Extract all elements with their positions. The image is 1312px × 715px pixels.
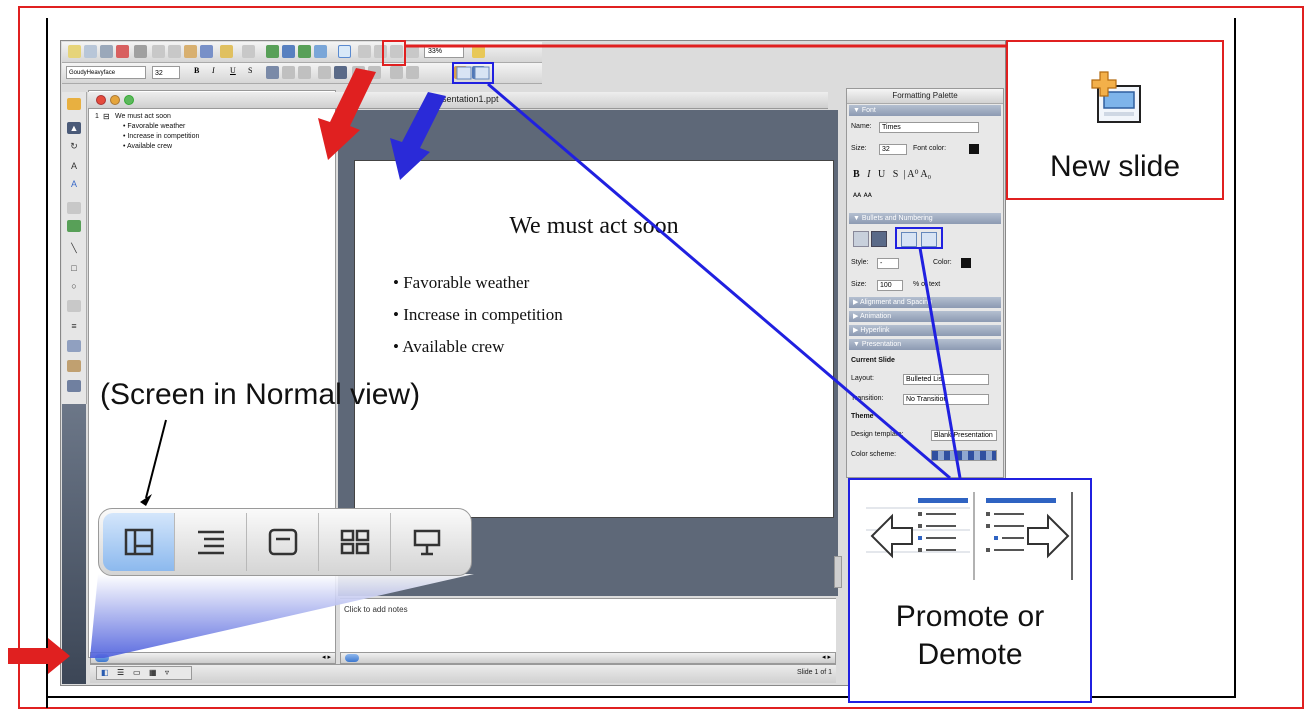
promote-palette-connector	[918, 247, 962, 479]
new-slide-arrow-icon	[318, 68, 376, 160]
view-buttons-arrow-icon	[8, 638, 70, 674]
promote-toolbar-connector	[487, 82, 951, 480]
promote-demote-arrow-icon	[390, 92, 446, 180]
normal-view-pointer	[145, 419, 167, 499]
annotation-overlay	[8, 44, 1008, 674]
